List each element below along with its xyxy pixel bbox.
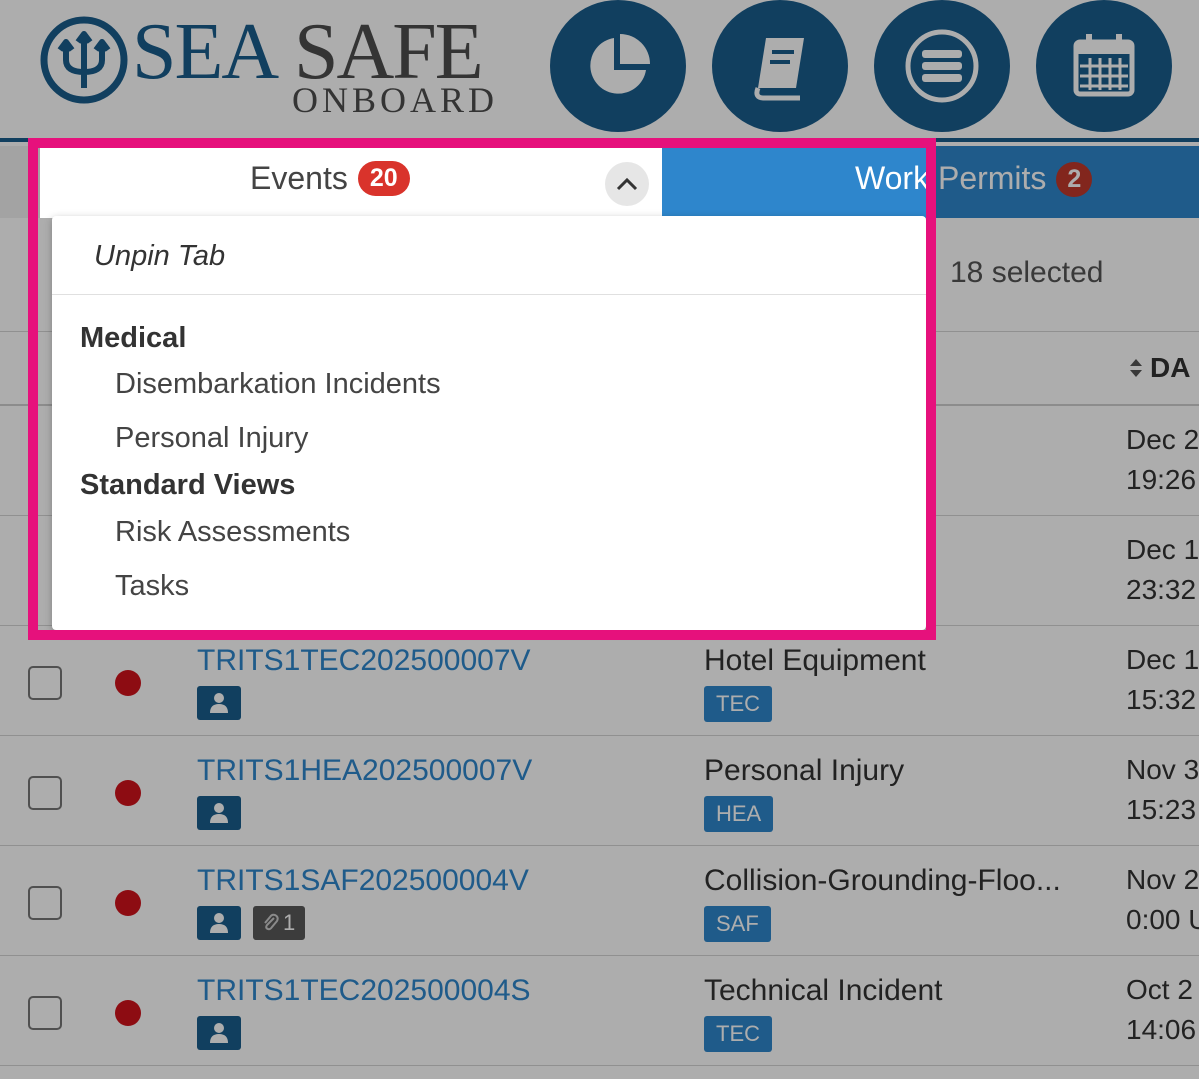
highlight-frame xyxy=(28,138,936,640)
